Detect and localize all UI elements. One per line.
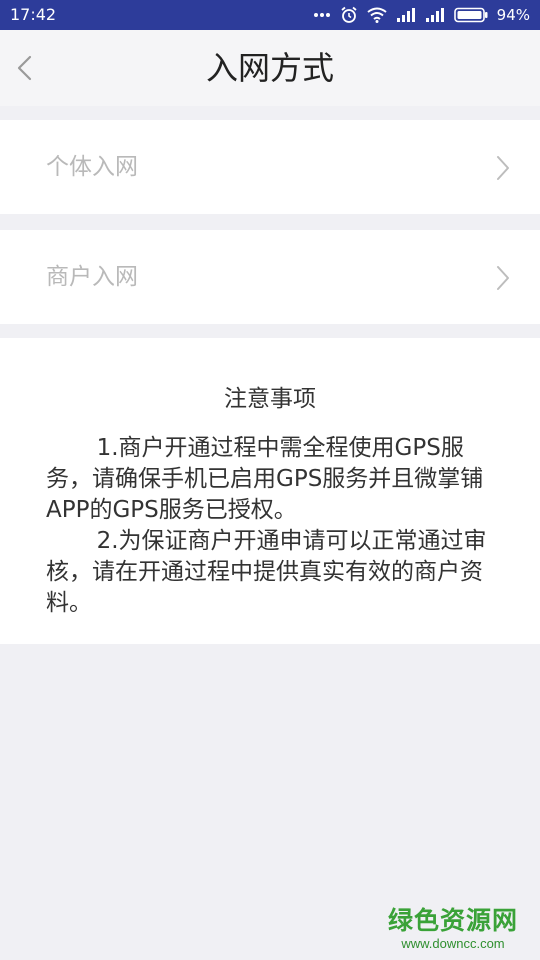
notice-panel: 注意事项 1.商户开通过程中需全程使用GPS服务，请确保手机已启用GPS服务并且… [0, 338, 540, 644]
signal-icon [396, 7, 416, 23]
page-title: 入网方式 [205, 49, 334, 87]
notice-paragraph: 2.为保证商户开通申请可以正常通过审核，请在开通过程中提供真实有效的商户资料。 [46, 528, 487, 616]
menu-item-individual[interactable]: 个体入网 [0, 120, 540, 214]
status-time: 17:42 [10, 5, 57, 24]
header: 入网方式 [0, 30, 540, 106]
notice-paragraph: 1.商户开通过程中需全程使用GPS服务，请确保手机已启用GPS服务并且微掌铺AP… [46, 435, 484, 523]
chevron-right-icon [496, 265, 510, 291]
signal-icon [425, 7, 445, 23]
battery-icon [453, 7, 488, 23]
status-icons: 94% [313, 4, 530, 26]
wifi-icon [367, 7, 387, 23]
menu-item-merchant[interactable]: 商户入网 [0, 230, 540, 324]
watermark: 绿色资源网 www.downcc.com [388, 906, 518, 952]
notice-title: 注意事项 [224, 386, 316, 412]
more-icon [313, 12, 331, 18]
status-bar: 17:42 94% [0, 0, 540, 30]
menu-item-label: 个体入网 [46, 154, 138, 180]
chevron-right-icon [496, 155, 510, 181]
alarm-icon [340, 6, 358, 24]
notice-body: 1.商户开通过程中需全程使用GPS服务，请确保手机已启用GPS服务并且微掌铺AP… [46, 433, 490, 619]
battery-percentage: 94% [496, 6, 530, 24]
watermark-url: www.downcc.com [401, 936, 505, 951]
watermark-logo: 绿色资源网 [387, 906, 518, 935]
menu-item-label: 商户入网 [46, 264, 138, 290]
